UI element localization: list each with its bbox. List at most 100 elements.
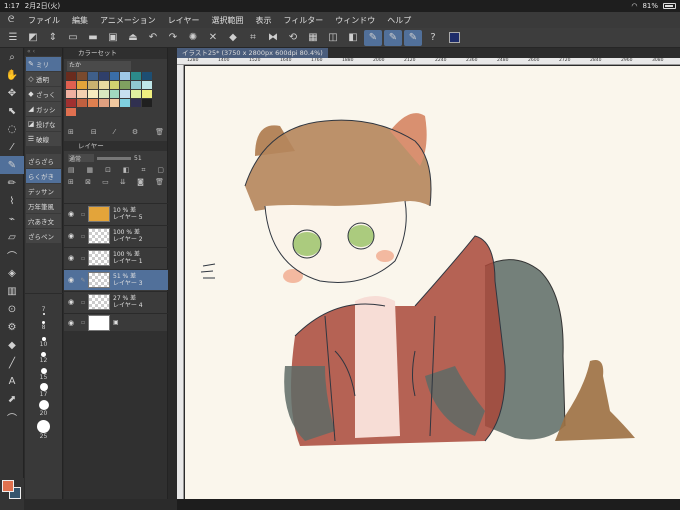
color-swatch[interactable] xyxy=(66,72,76,80)
zoom-icon[interactable]: ⌕ xyxy=(0,48,24,66)
subtool-item[interactable]: ◢ ガッシ xyxy=(26,102,61,116)
airbrush-icon[interactable]: ⌁ xyxy=(0,210,24,228)
correct-line-icon[interactable]: ⬈ xyxy=(0,390,24,408)
flip-icon[interactable]: ⧓ xyxy=(264,30,282,46)
drawing-canvas[interactable] xyxy=(185,66,680,499)
color-swatch[interactable] xyxy=(120,81,131,89)
app-logo-icon[interactable]: ᘓ xyxy=(0,15,22,25)
brush-item[interactable]: ざらざら xyxy=(26,154,61,168)
text-tool-icon[interactable]: A xyxy=(0,372,24,390)
color-swatch[interactable] xyxy=(142,72,152,80)
ruler-tool-icon[interactable]: ⌒ xyxy=(0,408,24,426)
subtool-item[interactable]: ☰ 破線 xyxy=(26,132,61,146)
color-swatch[interactable] xyxy=(142,99,152,107)
pen-icon-1[interactable]: ✎ xyxy=(364,29,382,46)
color-swatch[interactable] xyxy=(109,72,120,80)
color-swatch[interactable] xyxy=(76,90,87,98)
color-swatch[interactable] xyxy=(142,90,152,98)
size-option[interactable]: 8 xyxy=(25,318,62,334)
color-swatch[interactable] xyxy=(66,99,76,107)
reference-icon[interactable]: ▦ xyxy=(87,166,94,175)
color-swatch[interactable] xyxy=(142,81,152,89)
eyedropper-icon[interactable]: ⁄ xyxy=(114,128,115,136)
panel-collapse-strip[interactable] xyxy=(168,48,177,499)
color-swatch[interactable] xyxy=(87,99,98,107)
visibility-eye-icon[interactable]: ◉ xyxy=(64,232,78,240)
color-swatch[interactable] xyxy=(109,81,120,89)
brush-item[interactable]: 穴あき文 xyxy=(26,214,61,228)
layer-lock-icon[interactable]: ▫ xyxy=(78,211,88,218)
brush-item[interactable]: ざらペン xyxy=(26,229,61,243)
pen-icon-2[interactable]: ✎ xyxy=(384,29,402,46)
open-folder-icon[interactable]: ▬ xyxy=(84,30,102,46)
menu-selection[interactable]: 選択範囲 xyxy=(205,15,249,26)
color-swatch[interactable] xyxy=(131,72,142,80)
add-color-icon[interactable]: ⊞ xyxy=(68,128,74,136)
pencil-tool-icon[interactable]: ✏ xyxy=(0,174,24,192)
clear-icon[interactable]: ✕ xyxy=(204,30,222,46)
color-swatch[interactable] xyxy=(66,108,76,116)
color-swatch[interactable] xyxy=(109,90,120,98)
lock-icon[interactable]: ⊡ xyxy=(105,166,111,175)
color-swatch[interactable] xyxy=(87,90,98,98)
undo-icon[interactable]: ↶ xyxy=(144,30,162,46)
fill-tool-icon[interactable]: ◈ xyxy=(0,264,24,282)
color-swatch[interactable] xyxy=(87,72,98,80)
mask-add-icon[interactable]: ◙ xyxy=(137,178,144,186)
clip-icon[interactable]: ▤ xyxy=(68,166,75,175)
subtool-item[interactable]: ◇ 透明 xyxy=(26,72,61,86)
fill-bucket-tool-icon[interactable]: ◆ xyxy=(0,336,24,354)
trash-icon[interactable]: 🗑 xyxy=(155,128,164,136)
foreground-color-swatch[interactable] xyxy=(2,480,14,492)
visibility-eye-icon[interactable]: ◉ xyxy=(64,276,78,284)
layer-row[interactable]: ◉ ▫ 100 % 差レイヤー 2 xyxy=(64,225,168,246)
menu-view[interactable]: 表示 xyxy=(249,15,277,26)
visibility-eye-icon[interactable]: ◉ xyxy=(64,319,78,327)
size-option[interactable]: 15 xyxy=(25,366,62,382)
size-option[interactable]: 7 xyxy=(25,302,62,318)
export-icon[interactable]: ⏏ xyxy=(124,30,142,46)
layer-row[interactable]: ◉ ▫ 27 % 差レイヤー 4 xyxy=(64,291,168,312)
move-icon[interactable]: ✥ xyxy=(0,84,24,102)
layer-lock-icon[interactable]: ▫ xyxy=(78,255,88,262)
help-icon[interactable]: ? xyxy=(424,30,442,46)
special-ruler-icon[interactable]: ◧ xyxy=(344,30,362,46)
settings-icon[interactable]: ⚙ xyxy=(0,318,24,336)
color-swatch[interactable] xyxy=(120,90,131,98)
color-swatch[interactable] xyxy=(76,72,87,80)
color-swatch[interactable] xyxy=(131,81,142,89)
opacity-slider[interactable] xyxy=(97,156,131,160)
replace-color-icon[interactable]: ⊟ xyxy=(91,128,97,136)
color-swatch[interactable] xyxy=(120,72,131,80)
crop-icon[interactable]: ⌗ xyxy=(244,30,262,46)
operation-icon[interactable]: ⬉ xyxy=(0,102,24,120)
color-swatch[interactable] xyxy=(87,81,98,89)
color-swatch-icon[interactable] xyxy=(449,32,460,43)
hand-icon[interactable]: ✋ xyxy=(0,66,24,84)
menu-filter[interactable]: フィルター xyxy=(277,15,329,26)
deselect-icon[interactable]: ✺ xyxy=(184,30,202,46)
layer-row-selected[interactable]: ◉ ✎ 51 % 差レイヤー 3 xyxy=(64,269,168,290)
eraser-tool-icon[interactable]: ▱ xyxy=(0,228,24,246)
color-swatch[interactable] xyxy=(131,90,142,98)
color-icon[interactable]: ▢ xyxy=(157,166,164,175)
color-set-select[interactable]: たか xyxy=(67,61,131,71)
fill-bucket-icon[interactable]: ◆ xyxy=(224,30,242,46)
layer-lock-icon[interactable]: ▫ xyxy=(78,319,88,326)
new-file-icon[interactable]: ▭ xyxy=(64,30,82,46)
gradient-icon[interactable]: ▥ xyxy=(0,282,24,300)
color-swatch[interactable] xyxy=(76,81,87,89)
pen-tool-icon[interactable]: ✎ xyxy=(0,156,24,174)
lasso-icon[interactable]: ◌ xyxy=(0,120,24,138)
color-swatch[interactable] xyxy=(98,72,109,80)
settings-icon[interactable]: ⚙ xyxy=(132,128,138,136)
layer-row[interactable]: ◉ ▫ 10 % 差レイヤー 5 xyxy=(64,203,168,224)
new-layer-icon[interactable]: ⊞ xyxy=(68,178,74,186)
size-option[interactable]: 10 xyxy=(25,334,62,350)
blend-tool-icon[interactable]: ⌒ xyxy=(0,246,24,264)
menu-edit[interactable]: 編集 xyxy=(66,15,94,26)
transform-icon[interactable]: ◩ xyxy=(24,30,42,46)
mask-icon[interactable]: ◧ xyxy=(123,166,130,175)
size-option[interactable]: 25 xyxy=(25,418,62,442)
visibility-eye-icon[interactable]: ◉ xyxy=(64,298,78,306)
